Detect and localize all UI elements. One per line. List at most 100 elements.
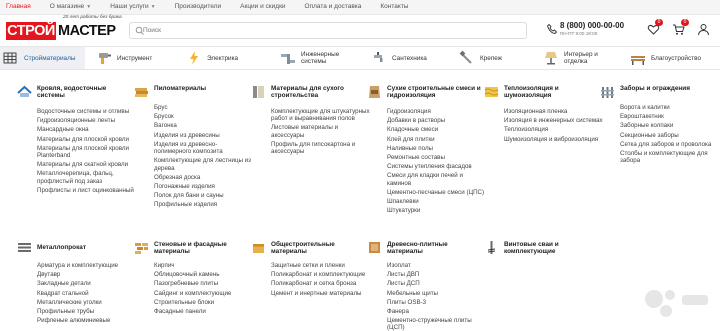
list-item[interactable]: Шумоизоляция и виброизоляция — [504, 136, 604, 143]
list-item[interactable]: Изоляция в инженерных системах — [504, 117, 604, 124]
list-item[interactable]: Сетка для заборов и проволока — [620, 141, 720, 148]
topnav-contacts[interactable]: Контакты — [380, 3, 408, 10]
list-item[interactable]: Водосточные системы и отливы — [37, 108, 137, 115]
list-item[interactable]: Облицовочный камень — [154, 271, 254, 278]
list-item[interactable]: Профиль для гипсокартона и аксессуары — [271, 141, 371, 156]
list-item[interactable]: Добавки в растворы — [387, 117, 487, 124]
list-item[interactable]: Гидроизоляция — [387, 108, 487, 115]
list-item[interactable]: Рифленые алюминиевые — [37, 317, 137, 324]
list-item[interactable]: Брус — [154, 104, 254, 111]
list-item[interactable]: Столбы и комплектующие для забора — [620, 150, 720, 165]
list-item[interactable]: Полок для бани и сауны — [154, 192, 254, 199]
list-item[interactable]: Строительные блоки — [154, 299, 254, 306]
list-item[interactable]: Теплоизоляция — [504, 126, 604, 133]
list-item[interactable]: Кирпич — [154, 262, 254, 269]
user-icon[interactable] — [697, 23, 710, 36]
menu-group-title[interactable]: Сухие строительные смеси и гидроизоляция — [387, 85, 483, 99]
category-tab-landscaping[interactable]: Благоустройство — [630, 47, 720, 69]
cart-badge: 0 — [681, 19, 689, 26]
list-item[interactable]: Смеси для кладки печей и каминов — [387, 172, 487, 187]
topnav-payment-delivery[interactable]: Оплата и доставка — [305, 3, 362, 10]
menu-group-title[interactable]: Металлопрокат — [37, 244, 133, 251]
list-item[interactable]: Гидроизоляционные ленты — [37, 117, 137, 124]
list-item[interactable]: Квадрат стальной — [37, 290, 137, 297]
menu-group-list: Кирпич Облицовочный камень Пазогребневые… — [154, 262, 254, 317]
list-item[interactable]: Погонажные изделия — [154, 183, 254, 190]
list-item[interactable]: Мансардные окна — [37, 126, 137, 133]
list-item[interactable]: Листы ДСП — [387, 280, 487, 287]
list-item[interactable]: Ворота и калитки — [620, 104, 720, 111]
topnav-promotions[interactable]: Акции и скидки — [240, 3, 285, 10]
list-item[interactable]: Пазогребневые плиты — [154, 280, 254, 287]
menu-group-title[interactable]: Пиломатериалы — [154, 85, 250, 92]
list-item[interactable]: Изделия из древесины — [154, 132, 254, 139]
list-item[interactable]: Поликарбонат и комплектующие — [271, 271, 371, 278]
phone-number[interactable]: 8 (800) 000-00-00 — [560, 21, 624, 30]
list-item[interactable]: Поликарбонат и сетка бронза — [271, 280, 371, 287]
list-item[interactable]: Брусок — [154, 113, 254, 120]
list-item[interactable]: Мебельные щиты — [387, 290, 487, 297]
list-item[interactable]: Комплектующие для лестницы из дерева — [154, 157, 254, 172]
list-item[interactable]: Профлисты и лист оцинкованный — [37, 187, 137, 194]
logo[interactable]: 20 лет работы без брака СТРОЙ МАСТЕР — [6, 15, 122, 45]
list-item[interactable]: Металлочерепица, фальц, профлистый под з… — [37, 170, 137, 185]
menu-group-title[interactable]: Кровля, водосточные системы — [37, 85, 133, 99]
list-item[interactable]: Кладочные смеси — [387, 126, 487, 133]
list-item[interactable]: Закладные детали — [37, 280, 137, 287]
category-tab-engineering-systems[interactable]: Инженерные системы — [280, 47, 370, 69]
list-item[interactable]: Сайдинг и комплектующие — [154, 290, 254, 297]
list-item[interactable]: Изоляционная пленка — [504, 108, 604, 115]
menu-group-title[interactable]: Заборы и ограждения — [620, 85, 716, 92]
list-item[interactable]: Клей для плитки — [387, 136, 487, 143]
list-item[interactable]: Наливные полы — [387, 145, 487, 152]
list-item[interactable]: Арматура и комплектующие — [37, 262, 137, 269]
list-item[interactable]: Листы ДВП — [387, 271, 487, 278]
list-item[interactable]: Профильные изделия — [154, 201, 254, 208]
topnav-home[interactable]: Главная — [6, 3, 31, 10]
category-tab-plumbing[interactable]: Сантехника — [371, 47, 456, 69]
menu-group-title[interactable]: Материалы для сухого строительства — [271, 85, 367, 99]
topnav-about[interactable]: О магазине ▼ — [50, 3, 91, 10]
metal-rolled-icon — [18, 243, 31, 252]
list-item[interactable]: Системы утепления фасадов — [387, 163, 487, 170]
list-item[interactable]: Изоплат — [387, 262, 487, 269]
category-tab-building-materials[interactable]: Стройматериалы — [0, 47, 85, 69]
list-item[interactable]: Вагонка — [154, 122, 254, 129]
category-tab-tools[interactable]: Инструмент — [96, 47, 184, 69]
menu-group-title[interactable]: Стеновые и фасадные материалы — [154, 241, 250, 255]
list-item[interactable]: Металлические уголки — [37, 299, 137, 306]
list-item[interactable]: Шпаклевки — [387, 198, 487, 205]
list-item[interactable]: Обрезная доска — [154, 174, 254, 181]
list-item[interactable]: Заборные колпаки — [620, 122, 720, 129]
list-item[interactable]: Евроштакетник — [620, 113, 720, 120]
menu-group-title[interactable]: Теплоизоляция и шумоизоляция — [504, 85, 600, 99]
topnav-services[interactable]: Наши услуги ▼ — [110, 3, 155, 10]
list-item[interactable]: Изделия из древесно-полимерного композит… — [154, 141, 254, 156]
category-tab-fasteners[interactable]: Крепеж — [459, 47, 544, 69]
list-item[interactable]: Цементно-стружечные плиты (ЦСП) — [387, 317, 487, 331]
list-item[interactable]: Двутавр — [37, 271, 137, 278]
list-item[interactable]: Листовые материалы и аксессуары — [271, 124, 371, 139]
menu-group-list: Ворота и калитки Евроштакетник Заборные … — [620, 104, 720, 166]
list-item[interactable]: Материалы для плоской кровли — [37, 136, 137, 143]
category-tab-electrical[interactable]: Электрика — [186, 47, 281, 69]
list-item[interactable]: Материалы для скатной кровли — [37, 161, 137, 168]
topnav-manufacturers[interactable]: Производители — [175, 3, 222, 10]
list-item[interactable]: Цементно-песчаные смеси (ЦПС) — [387, 189, 487, 196]
list-item[interactable]: Плиты OSB-3 — [387, 299, 487, 306]
menu-group-title[interactable]: Винтовые сваи и комплектующие — [504, 241, 600, 255]
list-item[interactable]: Ремонтные составы — [387, 154, 487, 161]
search-input[interactable] — [143, 24, 518, 37]
menu-group-title[interactable]: Общестроительные материалы — [271, 241, 367, 255]
category-tab-interior[interactable]: Интерьер и отделка — [543, 47, 628, 69]
list-item[interactable]: Штукатурки — [387, 207, 487, 214]
list-item[interactable]: Цемент и инертные материалы — [271, 290, 371, 297]
list-item[interactable]: Защитные сетки и пленки — [271, 262, 371, 269]
list-item[interactable]: Комплектующие для штукатурных работ и вы… — [271, 108, 371, 123]
list-item[interactable]: Фанера — [387, 308, 487, 315]
list-item[interactable]: Фасадные панели — [154, 308, 254, 315]
list-item[interactable]: Материалы для плоской кровли Planterband — [37, 145, 137, 160]
list-item[interactable]: Секционные заборы — [620, 132, 720, 139]
list-item[interactable]: Профильные трубы — [37, 308, 137, 315]
menu-group-title[interactable]: Древесно-плитные материалы — [387, 241, 483, 255]
